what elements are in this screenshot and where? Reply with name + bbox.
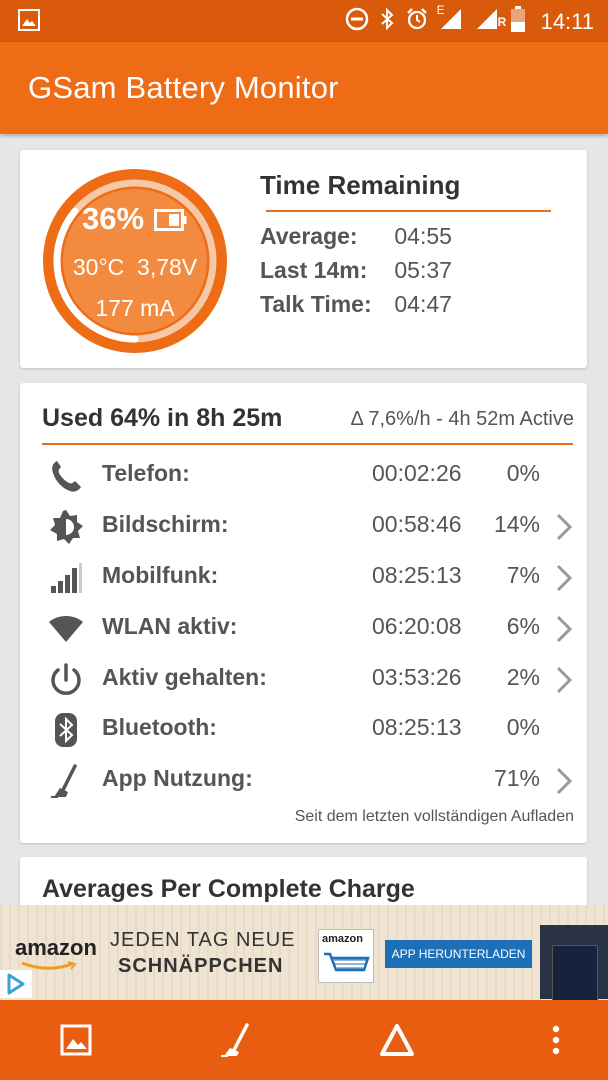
ad-banner[interactable]: amazon JEDEN TAG NEUE SCHNÄPPCHEN amazon… — [0, 905, 608, 1001]
usage-row-percent: 2% — [506, 664, 540, 690]
time-remaining-title: Time Remaining — [260, 170, 461, 200]
usage-row-time: 00:58:46 — [372, 511, 462, 537]
time-remaining-row: Average: 04:55 — [260, 223, 452, 250]
brightness-icon — [48, 509, 84, 545]
signal-e-icon: E — [437, 3, 465, 37]
amazon-box-icon: amazon — [318, 929, 374, 983]
gallery-notification-icon — [18, 9, 40, 36]
roaming-label: R — [497, 15, 507, 29]
usage-row-percent: 71% — [493, 765, 540, 791]
chevron-right-icon[interactable] — [555, 563, 573, 593]
power-icon — [48, 662, 84, 698]
do-not-disturb-icon — [345, 7, 369, 37]
usage-row-bildschirm[interactable]: Bildschirm: 00:58:46 14% — [20, 501, 587, 551]
chevron-right-icon[interactable] — [555, 512, 573, 542]
ad-box-brand: amazon — [322, 933, 363, 945]
ad-product-box — [552, 945, 598, 1001]
battery-usage-card: Used 64% in 8h 25m Δ 7,6%/h - 4h 52m Act… — [20, 383, 587, 843]
time-remaining-label: Talk Time: — [260, 291, 372, 317]
usage-footer: Seit dem letzten vollständigen Aufladen — [294, 808, 574, 825]
usage-row-time: 06:20:08 — [372, 613, 462, 639]
time-remaining-row: Last 14m: 05:37 — [260, 257, 452, 284]
usage-row-mobilfunk[interactable]: Mobilfunk: 08:25:13 7% — [20, 552, 587, 602]
battery-voltage: 3,78V — [137, 254, 198, 280]
battery-current: 177 mA — [95, 295, 175, 321]
usage-row-label: WLAN aktiv: — [102, 613, 238, 639]
network-type-label: E — [436, 3, 445, 17]
app-title: GSam Battery Monitor — [28, 70, 339, 105]
usage-row-time: 03:53:26 — [372, 664, 462, 690]
usage-row-percent: 14% — [493, 511, 540, 537]
usage-row-aktiv-gehalten[interactable]: Aktiv gehalten: 03:53:26 2% — [20, 654, 587, 704]
usage-row-percent: 0% — [506, 714, 540, 740]
chevron-right-icon[interactable] — [555, 614, 573, 644]
ad-headline: JEDEN TAG NEUE — [110, 929, 296, 951]
time-remaining-value: 04:55 — [394, 223, 452, 249]
usage-row-label: Telefon: — [102, 460, 190, 486]
usage-row-app-nutzung[interactable]: App Nutzung: 71% — [20, 755, 587, 805]
time-remaining-value: 04:47 — [394, 291, 452, 317]
app-usage-icon[interactable] — [216, 1020, 256, 1060]
usage-row-label: Mobilfunk: — [102, 562, 219, 588]
chevron-right-icon[interactable] — [555, 766, 573, 796]
usage-row-label: Bluetooth: — [102, 714, 217, 740]
usage-row-telefon[interactable]: Telefon: 00:02:26 0% — [20, 450, 587, 500]
signal-bars-icon — [48, 560, 84, 596]
alarm-icon — [405, 7, 429, 37]
wifi-icon — [48, 611, 84, 647]
usage-row-wlan[interactable]: WLAN aktiv: 06:20:08 6% — [20, 603, 587, 653]
bottom-navigation — [0, 1000, 608, 1080]
usage-row-time: 08:25:13 — [372, 562, 462, 588]
ad-brand: amazon — [15, 935, 97, 960]
usage-row-label: Bildschirm: — [102, 511, 229, 537]
usage-row-percent: 0% — [506, 460, 540, 486]
ad-download-button[interactable]: APP HERUNTERLADEN — [385, 940, 532, 968]
usage-title: Used 64% in 8h 25m — [42, 404, 283, 432]
chevron-right-icon[interactable] — [555, 665, 573, 695]
bluetooth-status-icon — [379, 7, 395, 37]
usage-rate: Δ 7,6%/h - 4h 52m Active — [350, 408, 574, 430]
adchoices-icon[interactable] — [0, 970, 32, 998]
phone-icon — [48, 458, 84, 494]
divider — [42, 443, 573, 445]
time-remaining-row: Talk Time: 04:47 — [260, 291, 452, 318]
usage-row-label: Aktiv gehalten: — [102, 664, 267, 690]
battery-charge-icon — [154, 203, 188, 239]
usage-row-label: App Nutzung: — [102, 765, 253, 791]
app-bar: GSam Battery Monitor — [0, 42, 608, 134]
averages-title: Averages Per Complete Charge — [42, 875, 415, 903]
bluetooth-icon — [48, 712, 84, 748]
battery-status-icon — [510, 6, 525, 38]
app-usage-icon — [48, 763, 84, 799]
clock: 14:11 — [540, 9, 594, 34]
picture-icon[interactable] — [56, 1020, 96, 1060]
time-remaining-label: Average: — [260, 223, 358, 249]
more-vert-icon[interactable] — [536, 1020, 576, 1060]
time-remaining-value: 05:37 — [394, 257, 452, 283]
usage-row-bluetooth[interactable]: Bluetooth: 08:25:13 0% — [20, 704, 587, 754]
status-bar: E R 14:11 — [0, 0, 608, 42]
divider — [266, 210, 551, 212]
ad-headline-bold: SCHNÄPPCHEN — [118, 955, 284, 977]
usage-row-percent: 6% — [506, 613, 540, 639]
battery-summary-card[interactable]: 36% 30°C 3,78V 177 mA Time Remaining Ave… — [20, 150, 587, 368]
usage-row-time: 08:25:13 — [372, 714, 462, 740]
usage-row-time: 00:02:26 — [372, 460, 462, 486]
battery-percent: 36% — [81, 201, 145, 236]
signal-r-icon: R — [475, 7, 506, 37]
delta-icon[interactable] — [377, 1020, 417, 1060]
time-remaining-label: Last 14m: — [260, 257, 368, 283]
battery-temperature: 30°C — [72, 254, 125, 280]
usage-row-percent: 7% — [506, 562, 540, 588]
